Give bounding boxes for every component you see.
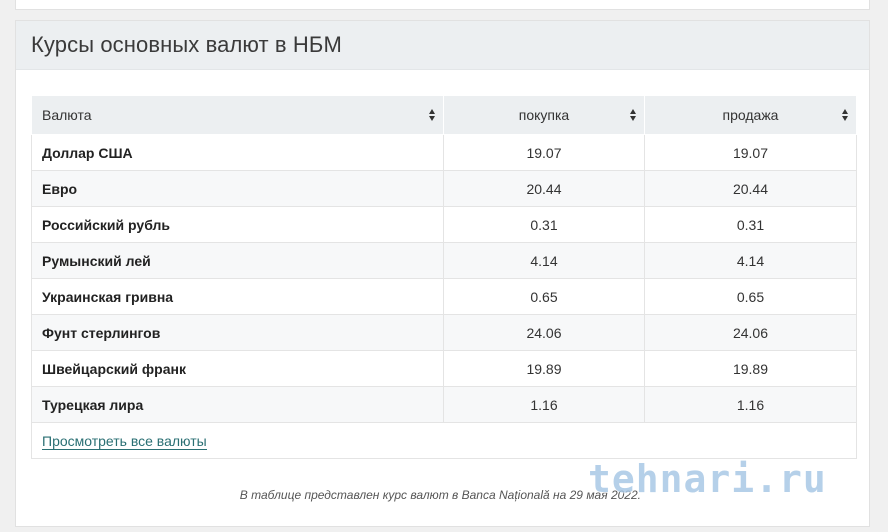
currency-name: Украинская гривна: [31, 278, 444, 315]
view-all-currencies-link[interactable]: Просмотреть все валюты: [42, 432, 207, 450]
sort-icon[interactable]: [842, 109, 849, 121]
currency-name: Российский рубль: [31, 206, 444, 243]
currency-name: Румынский лей: [31, 242, 444, 279]
sell-rate: 1.16: [644, 386, 857, 423]
sort-icon[interactable]: [630, 109, 637, 121]
column-header-sell[interactable]: продажа: [644, 95, 857, 135]
sell-rate: 0.31: [644, 206, 857, 243]
table-row: Доллар США 19.07 19.07: [31, 134, 857, 171]
previous-card-edge: [15, 0, 870, 10]
sell-rate: 19.07: [644, 134, 857, 171]
table-row: Турецкая лира 1.16 1.16: [31, 386, 857, 423]
currency-name: Швейцарский франк: [31, 350, 444, 387]
currency-name: Доллар США: [31, 134, 444, 171]
buy-rate: 4.14: [443, 242, 645, 279]
table-header-row: Валюта покупка продажа: [31, 95, 857, 135]
sell-rate: 20.44: [644, 170, 857, 207]
buy-rate: 19.07: [443, 134, 645, 171]
column-header-currency[interactable]: Валюта: [31, 95, 444, 135]
table-row: Фунт стерлингов 24.06 24.06: [31, 314, 857, 351]
sell-rate: 24.06: [644, 314, 857, 351]
currency-name: Фунт стерлингов: [31, 314, 444, 351]
buy-rate: 19.89: [443, 350, 645, 387]
column-header-label: продажа: [722, 107, 779, 123]
sell-rate: 4.14: [644, 242, 857, 279]
table-row: Российский рубль 0.31 0.31: [31, 206, 857, 243]
sell-rate: 19.89: [644, 350, 857, 387]
table-row: Швейцарский франк 19.89 19.89: [31, 350, 857, 387]
buy-rate: 0.65: [443, 278, 645, 315]
currency-name: Турецкая лира: [31, 386, 444, 423]
column-header-buy[interactable]: покупка: [443, 95, 645, 135]
widget-title: Курсы основных валют в НБМ: [31, 32, 342, 57]
table-row: Евро 20.44 20.44: [31, 170, 857, 207]
currency-rates-widget: Курсы основных валют в НБМ Валюта покупк…: [15, 20, 870, 527]
table-footer-row: Просмотреть все валюты: [31, 422, 857, 459]
rates-table-container: Валюта покупка продажа Доллар США 19.07 …: [31, 95, 857, 459]
rates-table: Валюта покупка продажа Доллар США 19.07 …: [31, 95, 857, 459]
widget-header: Курсы основных валют в НБМ: [16, 21, 869, 70]
sell-rate: 0.65: [644, 278, 857, 315]
table-row: Украинская гривна 0.65 0.65: [31, 278, 857, 315]
buy-rate: 24.06: [443, 314, 645, 351]
buy-rate: 20.44: [443, 170, 645, 207]
table-row: Румынский лей 4.14 4.14: [31, 242, 857, 279]
column-header-label: покупка: [518, 107, 570, 123]
buy-rate: 1.16: [443, 386, 645, 423]
buy-rate: 0.31: [443, 206, 645, 243]
sort-icon[interactable]: [429, 109, 436, 121]
rates-source-note: В таблице представлен курс валют в Banca…: [239, 488, 641, 502]
column-header-label: Валюта: [42, 107, 92, 123]
currency-name: Евро: [31, 170, 444, 207]
table-footer-cell: Просмотреть все валюты: [31, 422, 857, 459]
